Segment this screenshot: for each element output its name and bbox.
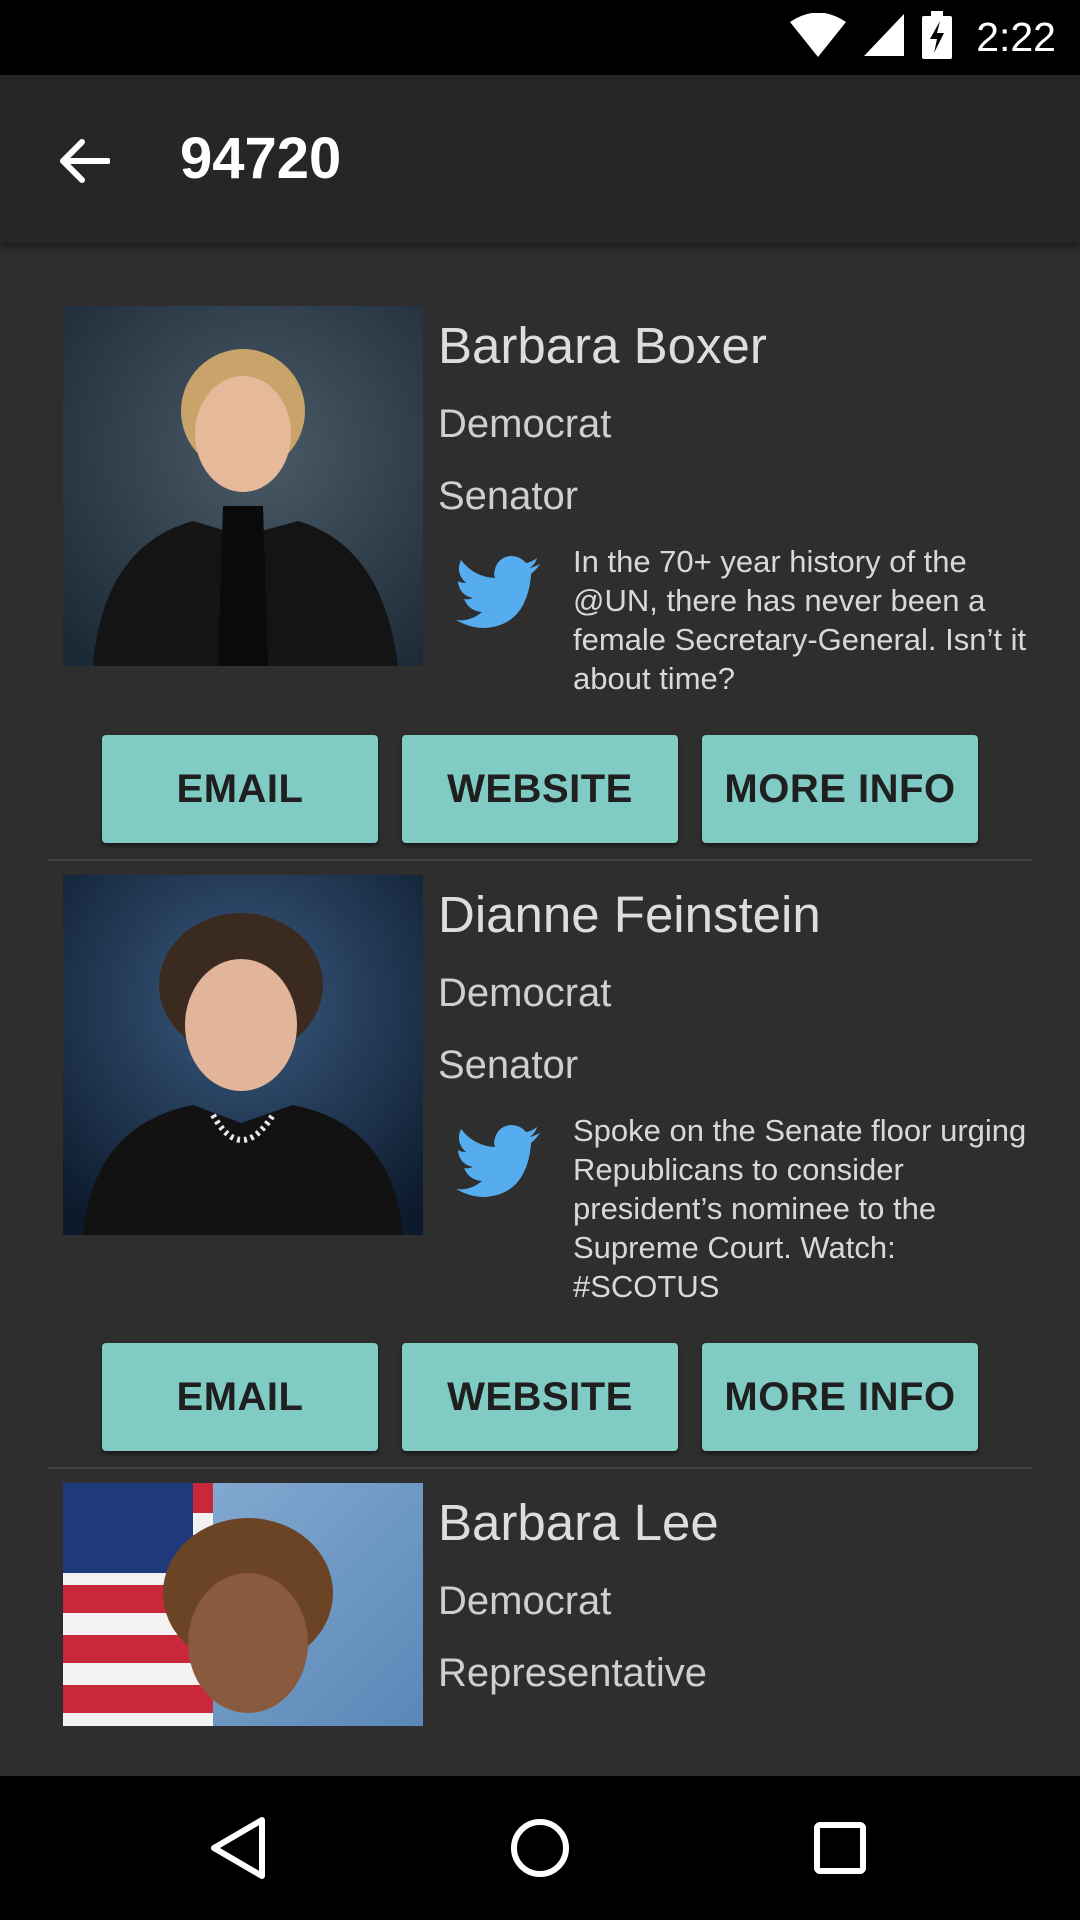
twitter-icon[interactable] (456, 1125, 540, 1197)
email-button[interactable]: EMAIL (102, 1343, 378, 1451)
wifi-icon (790, 12, 847, 62)
website-button[interactable]: WEBSITE (402, 1343, 678, 1451)
divider (48, 1467, 1032, 1469)
rep-party: Democrat (438, 1579, 612, 1623)
back-button[interactable] (48, 125, 120, 197)
more-info-button[interactable]: MORE INFO (702, 1343, 978, 1451)
more-info-button[interactable]: MORE INFO (702, 735, 978, 843)
cell-signal-icon (864, 14, 905, 61)
rep-name: Barbara Lee (438, 1494, 719, 1551)
back-triangle-icon[interactable] (200, 1808, 280, 1888)
rep-party: Democrat (438, 971, 612, 1015)
twitter-icon[interactable] (456, 556, 540, 628)
status-time: 2:22 (976, 14, 1056, 60)
rep-photo (63, 306, 423, 666)
battery-charging-icon (922, 11, 953, 64)
rep-role: Senator (438, 474, 579, 518)
navigation-bar (0, 1776, 1080, 1920)
rep-name: Barbara Boxer (438, 317, 767, 374)
website-button[interactable]: WEBSITE (402, 735, 678, 843)
tweet-text: Spoke on the Senate floor urging Republi… (573, 1113, 1027, 1304)
divider (48, 859, 1032, 861)
tweet-text: In the 70+ year history of the @UN, ther… (573, 544, 1027, 696)
email-button[interactable]: EMAIL (102, 735, 378, 843)
rep-role: Representative (438, 1651, 708, 1695)
rep-photo (63, 1483, 423, 1726)
representatives-list[interactable]: Barbara Boxer Democrat Senator In the 70… (0, 243, 1080, 1726)
rep-role: Senator (438, 1043, 579, 1087)
rep-party: Democrat (438, 402, 612, 446)
arrow-back-icon (60, 139, 110, 183)
page-title: 94720 (180, 126, 342, 191)
home-circle-icon[interactable] (500, 1808, 580, 1888)
app-bar: 94720 (0, 75, 1080, 243)
recents-square-icon[interactable] (800, 1808, 880, 1888)
rep-name: Dianne Feinstein (438, 886, 821, 943)
rep-photo (63, 875, 423, 1235)
status-bar: 2:22 (0, 0, 1080, 75)
